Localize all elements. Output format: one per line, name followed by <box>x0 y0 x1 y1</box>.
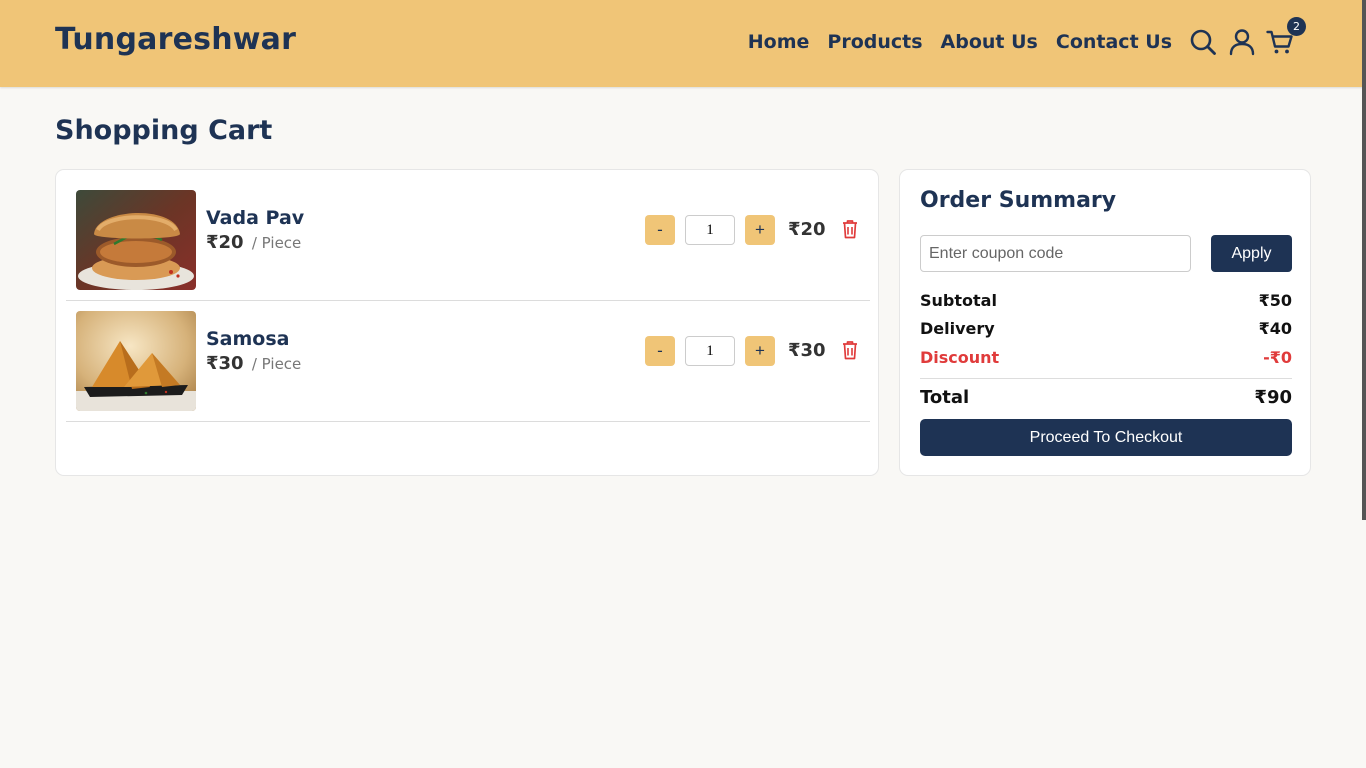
cart-item-name: Samosa <box>206 328 290 350</box>
cart-items-panel: Vada Pav ₹20 / Piece - + ₹20 <box>55 169 879 476</box>
order-summary-title: Order Summary <box>920 188 1117 213</box>
nav-contact-link[interactable]: Contact Us <box>1056 31 1172 53</box>
main-nav: Home Products About Us Contact Us <box>748 31 1172 53</box>
user-icon[interactable] <box>1228 28 1256 56</box>
cart-item-name: Vada Pav <box>206 207 305 229</box>
discount-value: -₹0 <box>1263 348 1292 367</box>
decrease-quantity-button[interactable]: - <box>645 215 675 245</box>
samosa-image <box>76 311 196 411</box>
trash-icon[interactable] <box>841 219 859 239</box>
cart-count-badge: 2 <box>1287 17 1306 36</box>
brand-logo[interactable]: Tungareshwar <box>55 22 296 57</box>
unit-label: / Piece <box>251 234 302 252</box>
cart-item-row: Vada Pav ₹20 / Piece - + ₹20 <box>66 180 870 301</box>
page-scrollbar[interactable] <box>1362 0 1366 520</box>
quantity-input[interactable] <box>685 215 735 245</box>
proceed-to-checkout-button[interactable]: Proceed To Checkout <box>920 419 1292 456</box>
discount-row: Discount -₹0 <box>920 348 1292 367</box>
delivery-row: Delivery ₹40 <box>920 319 1292 338</box>
nav-home-link[interactable]: Home <box>748 31 810 53</box>
order-summary-panel: Order Summary Apply Subtotal ₹50 Deliver… <box>899 169 1311 476</box>
decrease-quantity-button[interactable]: - <box>645 336 675 366</box>
subtotal-value: ₹50 <box>1258 291 1292 310</box>
nav-about-link[interactable]: About Us <box>941 31 1038 53</box>
coupon-input[interactable] <box>920 235 1191 272</box>
search-icon[interactable] <box>1189 28 1217 56</box>
total-row: Total ₹90 <box>920 387 1292 408</box>
summary-divider <box>920 378 1292 379</box>
vada-pav-image <box>76 190 196 290</box>
total-value: ₹90 <box>1254 387 1292 408</box>
line-total: ₹30 <box>788 340 826 361</box>
quantity-input[interactable] <box>685 336 735 366</box>
increase-quantity-button[interactable]: + <box>745 215 775 245</box>
unit-price: ₹20 <box>206 232 244 253</box>
increase-quantity-button[interactable]: + <box>745 336 775 366</box>
total-label: Total <box>920 387 970 408</box>
delivery-label: Delivery <box>920 319 995 338</box>
subtotal-label: Subtotal <box>920 291 997 310</box>
discount-label: Discount <box>920 348 1000 367</box>
unit-label: / Piece <box>251 355 302 373</box>
nav-products-link[interactable]: Products <box>827 31 922 53</box>
trash-icon[interactable] <box>841 340 859 360</box>
cart-item-price: ₹30 / Piece <box>206 353 301 374</box>
subtotal-row: Subtotal ₹50 <box>920 291 1292 310</box>
page-title: Shopping Cart <box>55 115 273 146</box>
cart-item-row: Samosa ₹30 / Piece - + ₹30 <box>66 301 870 422</box>
cart-item-price: ₹20 / Piece <box>206 232 301 253</box>
apply-coupon-button[interactable]: Apply <box>1211 235 1292 272</box>
site-header: Tungareshwar Home Products About Us Cont… <box>0 0 1366 87</box>
delivery-value: ₹40 <box>1258 319 1292 338</box>
line-total: ₹20 <box>788 219 826 240</box>
unit-price: ₹30 <box>206 353 244 374</box>
